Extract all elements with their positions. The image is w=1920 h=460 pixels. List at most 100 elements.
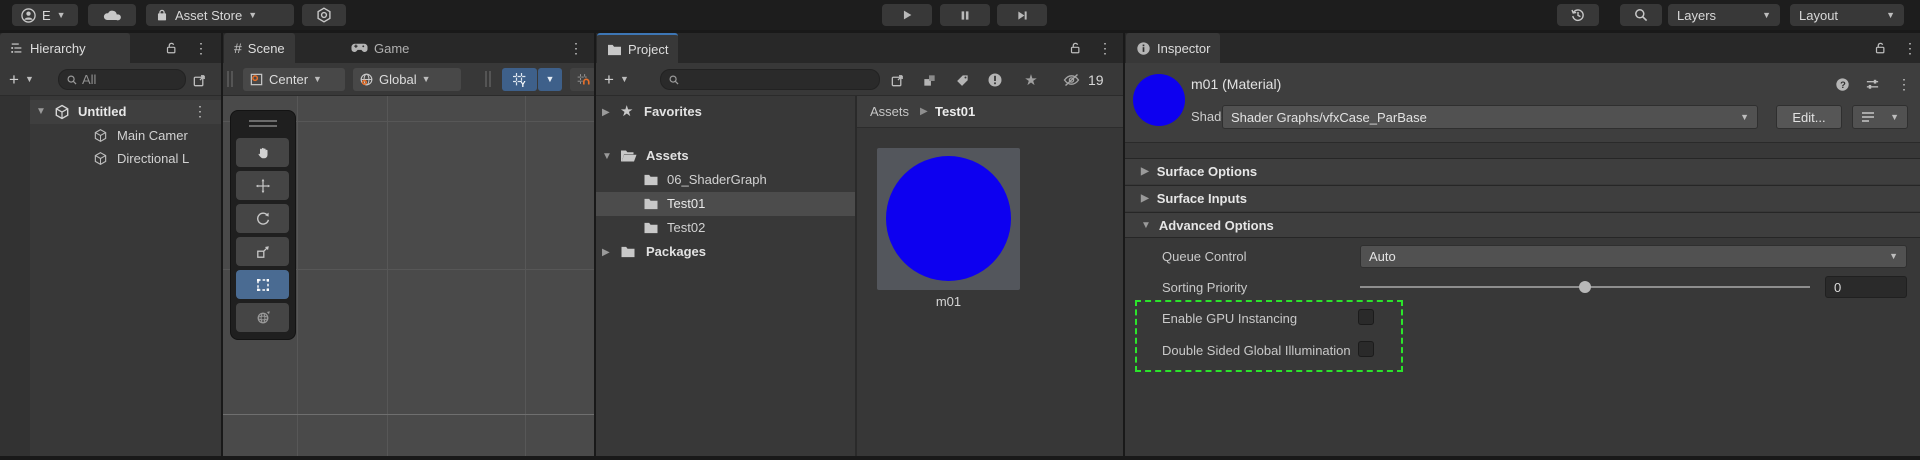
hierarchy-lock-button[interactable] xyxy=(160,37,182,59)
asset-name-label[interactable]: m01 xyxy=(877,294,1020,309)
asset-store-button[interactable]: Asset Store ▼ xyxy=(146,4,294,26)
material-title: m01 (Material) xyxy=(1191,76,1282,92)
foldout-arrow-icon[interactable]: ▶ xyxy=(602,247,610,258)
hidden-packages-button[interactable] xyxy=(1058,69,1084,91)
section-label: Surface Inputs xyxy=(1156,191,1247,206)
palette-drag-handle[interactable] xyxy=(249,125,277,127)
help-button[interactable]: ? xyxy=(1831,73,1853,95)
breadcrumb-root[interactable]: Assets xyxy=(870,104,909,119)
section-surface-options[interactable]: ▶ Surface Options xyxy=(1125,158,1920,184)
cloud-button[interactable] xyxy=(88,4,136,26)
foldout-arrow-icon: ▶ xyxy=(1141,166,1149,177)
tab-scene[interactable]: # Scene xyxy=(224,33,295,63)
queue-control-dropdown[interactable]: Auto ▼ xyxy=(1360,245,1907,268)
tab-inspector[interactable]: Inspector xyxy=(1126,33,1221,63)
asset-import-button[interactable] xyxy=(918,69,940,91)
foldout-arrow-icon[interactable]: ▼ xyxy=(602,151,612,162)
hierarchy-row-scene[interactable]: ▼ Untitled ⋮ xyxy=(30,100,221,124)
tab-hierarchy[interactable]: Hierarchy xyxy=(0,33,130,63)
inspector-menu-button[interactable]: ⋮ xyxy=(1899,37,1920,59)
inspector-lock-button[interactable] xyxy=(1869,37,1891,59)
rect-tool-button[interactable] xyxy=(236,270,289,299)
step-forward-icon xyxy=(1018,10,1027,20)
move-tool-button[interactable] xyxy=(236,171,289,200)
type-filter-button[interactable] xyxy=(984,69,1006,91)
hierarchy-row-main-camera[interactable]: Main Camer xyxy=(30,124,221,147)
search-button[interactable] xyxy=(1620,4,1662,26)
layout-dropdown[interactable]: Layout ▼ xyxy=(1790,4,1904,26)
hand-tool-button[interactable] xyxy=(236,138,289,167)
section-surface-inputs[interactable]: ▶ Surface Inputs xyxy=(1125,185,1920,211)
account-button[interactable]: E ▼ xyxy=(12,4,78,26)
material-menu-button[interactable]: ⋮ xyxy=(1893,73,1915,95)
material-sphere-preview xyxy=(886,156,1011,281)
scene-tab-label: Scene xyxy=(247,40,285,56)
shader-edit-label: Edit... xyxy=(1792,109,1826,125)
layers-dropdown[interactable]: Layers ▼ xyxy=(1668,4,1780,26)
project-row-folder[interactable]: Test02 xyxy=(596,216,855,240)
hierarchy-row-directional-light[interactable]: Directional L xyxy=(30,147,221,170)
project-lock-button[interactable] xyxy=(1064,37,1086,59)
project-search-input[interactable] xyxy=(660,69,880,90)
hierarchy-search-input[interactable]: All xyxy=(58,69,186,90)
scene-menu-button[interactable]: ⋮ xyxy=(565,37,587,59)
transform-tool-icon xyxy=(257,310,270,323)
shader-dropdown[interactable]: Shader Graphs/vfxCase_ParBase ▼ xyxy=(1222,105,1758,129)
hierarchy-create-button[interactable]: + ▼ xyxy=(5,69,47,90)
project-expand-button[interactable] xyxy=(886,69,908,91)
shader-options-button[interactable]: ▼ xyxy=(1852,105,1908,129)
project-menu-button[interactable]: ⋮ xyxy=(1094,37,1116,59)
tab-game[interactable]: Game xyxy=(341,33,419,63)
play-button[interactable] xyxy=(882,4,932,26)
grid-snap-button[interactable] xyxy=(570,68,594,91)
section-advanced-options[interactable]: ▼ Advanced Options xyxy=(1125,212,1920,238)
grid-visibility-button[interactable]: Y xyxy=(502,68,537,91)
toolbar-handle xyxy=(227,71,229,87)
scale-tool-button[interactable] xyxy=(236,237,289,266)
scene-name: Untitled xyxy=(78,104,127,119)
favorites-filter-button[interactable]: ★ xyxy=(1020,69,1042,91)
hierarchy-menu-button[interactable]: ⋮ xyxy=(190,37,212,59)
info-circle-icon xyxy=(1137,41,1150,55)
unlock-icon xyxy=(166,42,176,54)
sorting-priority-slider-handle[interactable] xyxy=(1579,281,1591,293)
label-filter-button[interactable] xyxy=(951,69,973,91)
double-sided-gi-checkbox[interactable] xyxy=(1358,341,1374,357)
project-row-assets[interactable]: ▼ Assets xyxy=(596,144,855,168)
project-row-folder[interactable]: 06_ShaderGraph xyxy=(596,168,855,192)
undo-history-button[interactable] xyxy=(1557,4,1599,26)
tab-project[interactable]: Project xyxy=(597,33,679,63)
scene-menu-icon[interactable]: ⋮ xyxy=(193,104,207,118)
shader-edit-button[interactable]: Edit... xyxy=(1776,105,1842,129)
assets-root-label: Assets xyxy=(646,148,689,163)
pause-button[interactable] xyxy=(940,4,990,26)
project-row-folder-selected[interactable]: Test01 xyxy=(596,192,855,216)
rotate-tool-icon xyxy=(256,212,269,225)
foldout-arrow-icon[interactable]: ▶ xyxy=(602,107,610,118)
inspector-tabbar: Inspector ⋮ xyxy=(1125,33,1920,63)
transform-tool-button[interactable] xyxy=(236,303,289,332)
globe-icon xyxy=(360,73,373,86)
services-button[interactable] xyxy=(302,4,346,26)
rotate-tool-button[interactable] xyxy=(236,204,289,233)
palette-drag-handle[interactable] xyxy=(249,120,277,122)
project-row-favorites[interactable]: ▶ ★ Favorites xyxy=(596,100,855,124)
grid-options-dropdown[interactable]: ▼ xyxy=(538,68,562,91)
folder-icon xyxy=(644,174,658,186)
gpu-instancing-checkbox[interactable] xyxy=(1358,309,1374,325)
sorting-priority-field[interactable]: 0 xyxy=(1825,276,1907,298)
hierarchy-expand-button[interactable] xyxy=(188,69,210,91)
foldout-arrow-icon[interactable]: ▼ xyxy=(36,106,46,117)
kebab-menu-icon: ⋮ xyxy=(194,40,208,56)
asset-thumbnail[interactable] xyxy=(877,148,1020,290)
grid-line xyxy=(223,414,594,415)
pivot-mode-dropdown[interactable]: Center ▼ xyxy=(243,68,345,91)
breadcrumb-current[interactable]: Test01 xyxy=(935,104,975,119)
step-button[interactable] xyxy=(997,4,1047,26)
project-create-button[interactable]: + ▼ xyxy=(600,69,642,90)
chevron-down-icon: ▼ xyxy=(1890,111,1899,122)
chevron-right-icon: ▶ xyxy=(920,106,928,117)
presets-button[interactable] xyxy=(1861,73,1883,95)
project-row-packages[interactable]: ▶ Packages xyxy=(596,240,855,264)
orientation-dropdown[interactable]: Global ▼ xyxy=(353,68,461,91)
